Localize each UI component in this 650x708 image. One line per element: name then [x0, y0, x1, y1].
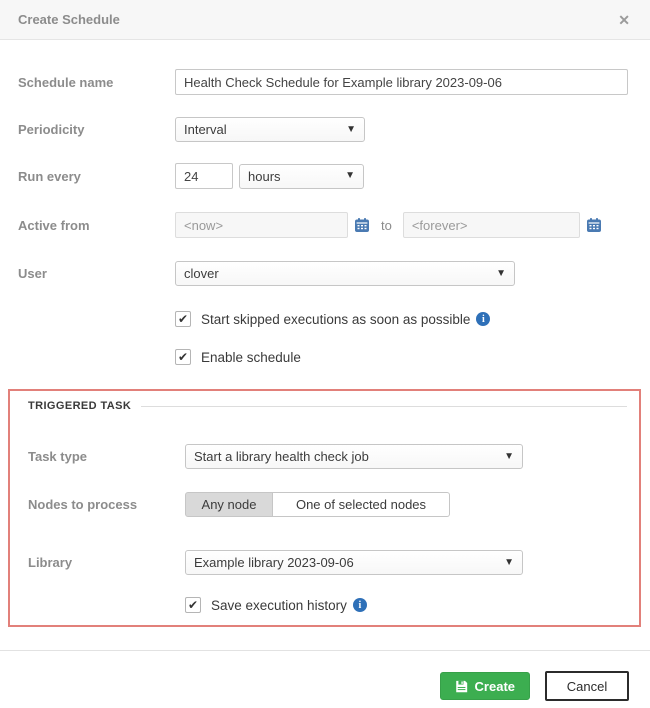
create-button[interactable]: Create [439, 672, 530, 700]
cancel-button-label: Cancel [566, 678, 608, 694]
library-label: Library [28, 555, 73, 570]
cancel-button[interactable]: Cancel [545, 671, 629, 701]
user-label: User [18, 266, 47, 281]
chevron-down-icon: ▼ [504, 450, 514, 462]
check-icon: ✔ [177, 350, 189, 364]
check-icon: ✔ [177, 312, 189, 326]
dialog-footer: Create Cancel [0, 650, 650, 708]
task-type-select[interactable]: Start a library health check job ▼ [185, 444, 523, 469]
task-type-value: Start a library health check job [194, 449, 369, 464]
schedule-name-label: Schedule name [18, 74, 114, 90]
any-node-button[interactable]: Any node [185, 492, 273, 517]
task-type-label: Task type [28, 449, 88, 464]
close-icon[interactable]: ✕ [618, 13, 630, 27]
chevron-down-icon: ▼ [504, 556, 514, 568]
active-range-separator: to [381, 217, 392, 233]
chevron-down-icon: ▼ [346, 123, 356, 135]
run-every-input[interactable] [175, 163, 233, 189]
user-select[interactable]: clover ▼ [175, 261, 515, 286]
chevron-down-icon: ▼ [345, 170, 355, 181]
start-skipped-checkbox[interactable]: ✔ [175, 311, 191, 327]
enable-schedule-label: Enable schedule [201, 349, 301, 365]
one-of-selected-nodes-button[interactable]: One of selected nodes [273, 492, 450, 517]
save-history-checkbox[interactable]: ✔ [185, 597, 201, 613]
user-value: clover [184, 266, 219, 281]
any-node-label: Any node [201, 497, 257, 512]
calendar-icon[interactable] [354, 217, 370, 233]
dialog-header: Create Schedule ✕ [0, 0, 650, 40]
info-icon[interactable]: i [476, 312, 491, 326]
active-from-input[interactable] [175, 212, 348, 238]
nodes-to-process-label: Nodes to process [28, 497, 138, 512]
chevron-down-icon: ▼ [496, 267, 506, 279]
active-to-input[interactable] [402, 212, 580, 238]
dialog-body: Schedule name Periodicity Interval ▼ Run… [0, 40, 650, 630]
run-every-unit-value: hours [248, 168, 281, 184]
library-select[interactable]: Example library 2023-09-06 ▼ [185, 550, 523, 575]
active-from-label: Active from [18, 217, 90, 233]
page-title: Create Schedule [18, 12, 120, 27]
check-icon: ✔ [187, 598, 199, 612]
run-every-unit-select[interactable]: hours ▼ [239, 163, 364, 189]
start-skipped-label: Start skipped executions as soon as poss… [201, 311, 471, 327]
create-button-label: Create [474, 678, 515, 694]
info-icon[interactable]: i [352, 598, 367, 612]
one-of-selected-nodes-label: One of selected nodes [295, 497, 427, 512]
nodes-toggle-group: Any node One of selected nodes [185, 492, 450, 517]
periodicity-value: Interval [184, 122, 227, 137]
schedule-name-input[interactable] [175, 69, 628, 95]
create-schedule-dialog: Create Schedule ✕ Schedule name Periodic… [0, 0, 650, 708]
run-every-label: Run every [18, 168, 81, 184]
calendar-icon[interactable] [586, 217, 602, 233]
save-history-label: Save execution history [211, 597, 347, 613]
save-icon [455, 680, 468, 693]
section-divider [141, 405, 627, 407]
triggered-task-title: TRIGGERED TASK [28, 400, 132, 412]
periodicity-select[interactable]: Interval ▼ [175, 117, 365, 142]
enable-schedule-checkbox[interactable]: ✔ [175, 349, 191, 365]
library-value: Example library 2023-09-06 [194, 555, 354, 570]
periodicity-label: Periodicity [18, 122, 85, 137]
triggered-task-section: TRIGGERED TASK Task type Start a library… [8, 389, 641, 627]
